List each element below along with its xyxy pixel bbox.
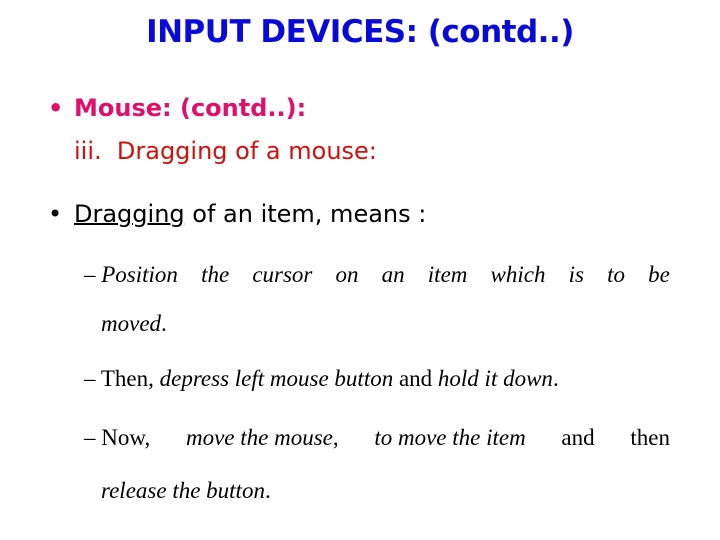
period: .	[264, 478, 271, 503]
subpoint-1-line-2: moved.	[101, 311, 167, 337]
word: an	[381, 262, 405, 287]
subpoint-3-line-2: release the button.	[101, 478, 271, 504]
text-run: to move the item	[374, 425, 526, 450]
slide: INPUT DEVICES: (contd..) • Mouse: (contd.…	[0, 0, 720, 540]
subheading: iii. Dragging of a mouse:	[74, 137, 377, 165]
subpoint-1-line-1: – Position the cursor on an item which i…	[84, 262, 670, 288]
bullet-icon: •	[48, 94, 64, 122]
word: item	[427, 262, 468, 287]
point-text: of an item, means :	[184, 200, 427, 228]
word: moved	[101, 311, 162, 336]
word: to	[607, 262, 626, 287]
word: is	[568, 262, 584, 287]
subpoint-3-line-1: – Now, move the mouse, to move the item …	[84, 425, 670, 451]
text-run: Then,	[100, 366, 160, 391]
word: which	[490, 262, 546, 287]
subpoint-2: – Then, depress left mouse button and ho…	[84, 366, 559, 392]
text-run: hold it down	[437, 366, 553, 391]
bullet-icon: •	[48, 200, 63, 228]
text-run: move the mouse,	[185, 425, 339, 450]
dash-icon: –	[84, 366, 96, 391]
text-run: and	[393, 366, 438, 391]
text-run: depress left mouse button	[159, 366, 394, 391]
dash-icon: – Position	[84, 262, 178, 287]
dash-icon: – Now,	[84, 425, 151, 450]
text-run: .	[552, 366, 559, 391]
slide-title: INPUT DEVICES: (contd..)	[146, 14, 574, 50]
heading-bullet-item: • Mouse: (contd..):	[48, 94, 306, 122]
word: the	[201, 262, 230, 287]
word: on	[335, 262, 359, 287]
word: then	[630, 425, 670, 450]
text-run: release the button	[101, 478, 265, 503]
word: be	[648, 262, 670, 287]
heading-text: Mouse: (contd..):	[74, 94, 307, 122]
period: .	[161, 311, 167, 336]
word: cursor	[252, 262, 313, 287]
underlined-term: Dragging	[74, 200, 185, 228]
word: and	[561, 425, 595, 450]
point-bullet-item: • Dragging of an item, means :	[48, 200, 426, 228]
